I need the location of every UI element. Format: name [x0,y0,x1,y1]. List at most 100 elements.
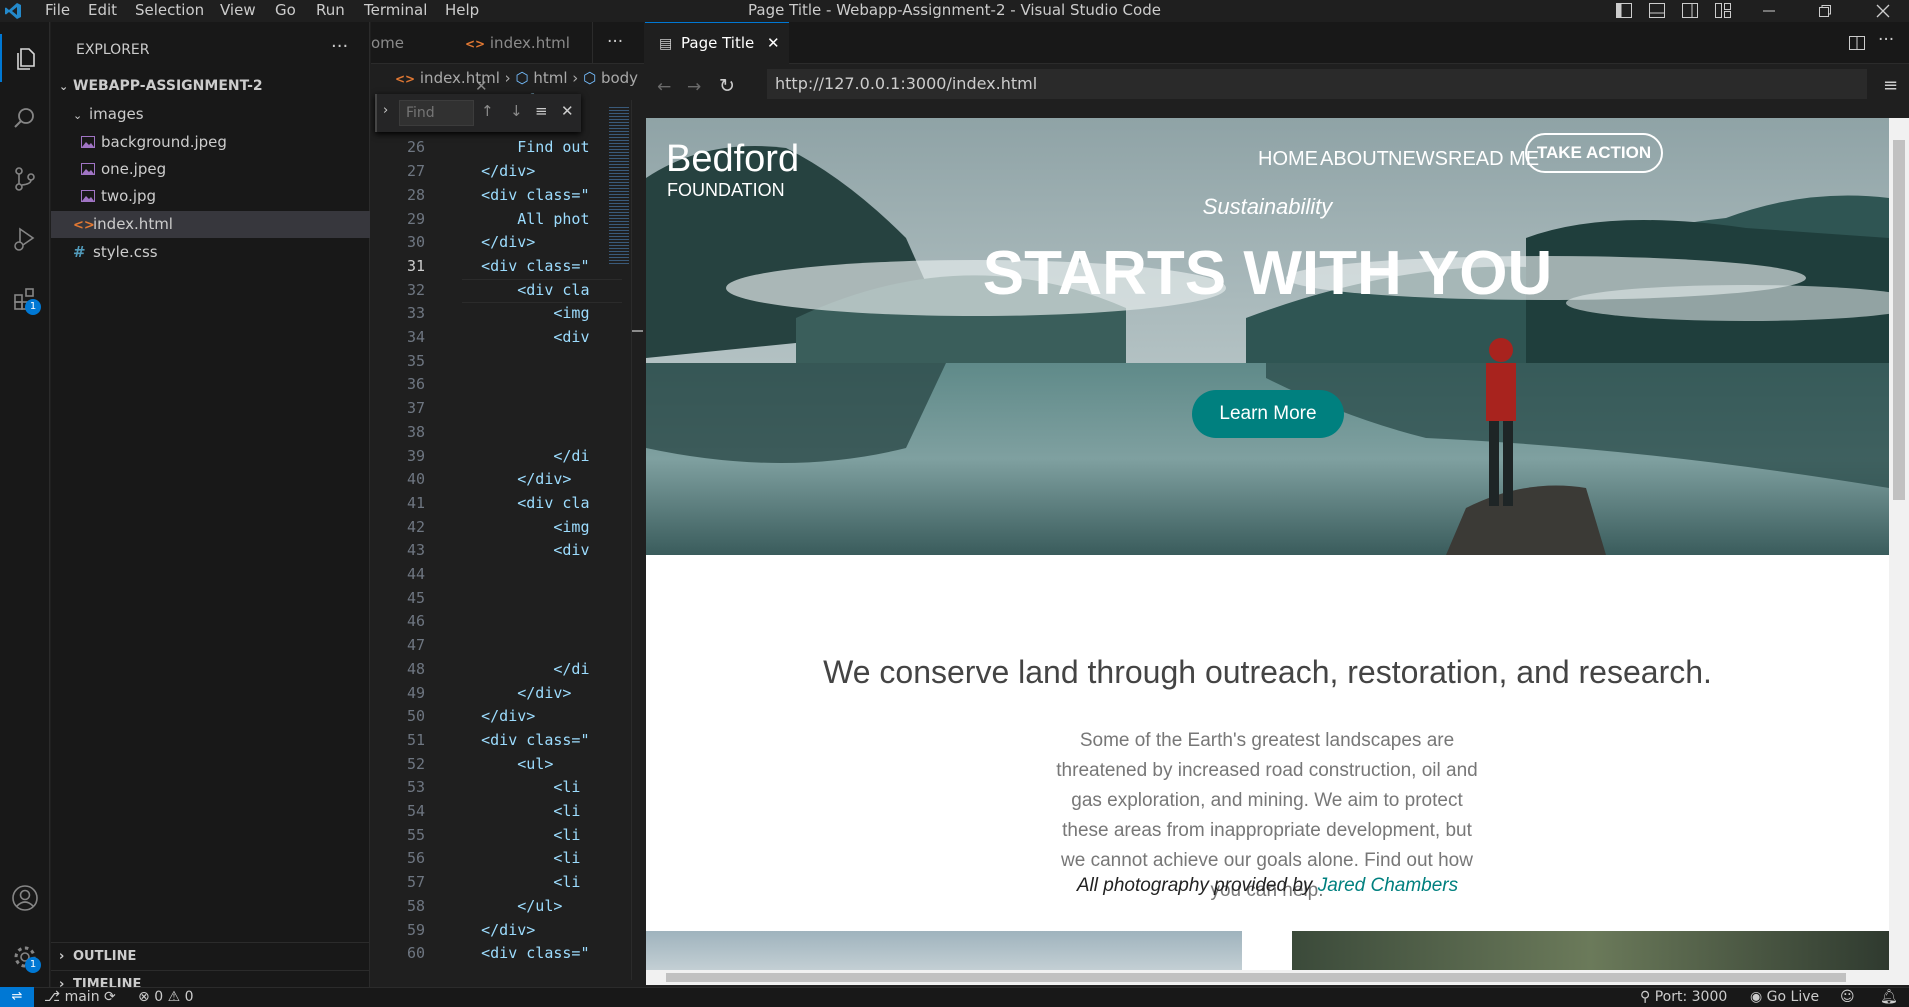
code-line[interactable]: 57 <li [371,870,644,894]
explorer-more-actions[interactable]: ··· [331,36,348,57]
arrow-down-icon[interactable]: ↓ [510,102,523,120]
code-line[interactable]: 50 </div> [371,704,644,728]
code-line[interactable]: 56 <li [371,846,644,870]
file-background-jpeg[interactable]: background.jpeg [51,129,370,156]
manage-activity[interactable]: 1 [0,933,50,981]
restore-icon[interactable] [1816,2,1834,20]
git-branch[interactable]: ⎇ main ⟳ [44,988,116,1007]
close-window-icon[interactable] [1874,2,1892,20]
page-horizontal-scrollbar[interactable] [646,970,1909,985]
code-line[interactable]: 30 </div> [371,230,644,254]
toggle-secondary-sidebar-icon[interactable] [1681,2,1699,20]
remote-icon[interactable]: ⇌ [0,987,34,1007]
code-line[interactable]: 43 <div [371,538,644,562]
folder-images[interactable]: ⌄ images [51,101,370,128]
find-in-selection-icon[interactable]: ≡ [535,102,548,120]
back-arrow-icon[interactable]: ← [657,77,671,97]
code-line[interactable]: 58 </ul> [371,894,644,918]
code-line[interactable]: 45 [371,586,644,610]
run-debug-activity[interactable] [0,215,50,263]
code-line[interactable]: 59 </div> [371,918,644,942]
code-line[interactable]: 34 <div [371,325,644,349]
reload-icon[interactable]: ↻ [719,75,735,97]
code-line[interactable]: 49 </div> [371,681,644,705]
code-line[interactable]: 41 <div cla [371,491,644,515]
scrollbar-thumb[interactable] [632,330,643,332]
code-line[interactable]: 46 [371,609,644,633]
code-line[interactable]: 27 </div> [371,159,644,183]
toggle-primary-sidebar-icon[interactable] [1615,2,1633,20]
code-line[interactable]: 31 <div class=" [371,254,644,278]
chevron-right-icon[interactable]: › [383,103,388,118]
photographer-link[interactable]: Jared Chambers [1318,875,1458,896]
close-tab-icon[interactable]: ✕ [767,34,780,52]
menu-file[interactable]: File [45,0,70,22]
port-indicator[interactable]: ⚲ Port: 3000 [1640,988,1727,1007]
find-input[interactable] [399,100,474,126]
workspace-root[interactable]: ⌄ WEBAPP-ASSIGNMENT-2 [51,73,370,100]
code-lines[interactable]: of and min26 Find out27 </div>28 <div cl… [371,91,644,984]
split-editor-icon[interactable] [1848,34,1866,52]
code-line[interactable]: 33 <img [371,301,644,325]
breadcrumb-item[interactable]: body [601,69,638,87]
menu-selection[interactable]: Selection [135,0,204,22]
search-activity[interactable] [0,94,50,142]
problems-indicator[interactable]: ⊗ 0 ⚠ 0 [138,988,194,1007]
explorer-activity[interactable] [0,34,50,82]
code-line[interactable]: 29 All phot [371,207,644,231]
code-line[interactable]: 28 <div class=" [371,183,644,207]
menu-view[interactable]: View [220,0,256,22]
nav-about[interactable]: ABOUT [1320,148,1389,171]
customize-layout-icon[interactable] [1714,2,1732,20]
extensions-activity[interactable]: 1 [0,275,50,323]
code-line[interactable]: 42 <img [371,515,644,539]
breadcrumb-item[interactable]: index.html [420,69,500,87]
code-line[interactable]: 54 <li [371,799,644,823]
code-line[interactable]: 51 <div class=" [371,728,644,752]
minimap[interactable] [609,105,629,265]
code-line[interactable]: 55 <li [371,823,644,847]
forward-arrow-icon[interactable]: → [687,77,701,97]
nav-news[interactable]: NEWS [1388,148,1448,171]
menu-run[interactable]: Run [316,0,345,22]
code-line[interactable]: 44 [371,562,644,586]
code-line[interactable]: 35 [371,349,644,373]
close-icon[interactable]: ✕ [561,102,574,120]
code-line[interactable]: 36 [371,372,644,396]
site-brand[interactable]: Bedford [666,138,799,181]
breadcrumb-item[interactable]: html [533,69,567,87]
arrow-up-icon[interactable]: ↑ [481,102,494,120]
more-actions[interactable]: ··· [1878,30,1894,50]
tab-page-title[interactable]: ▤ Page Title ✕ [645,22,789,64]
file-index-html[interactable]: <>index.html [51,211,370,238]
tab-index-html[interactable]: <> index.html ✕ [453,22,593,95]
code-line[interactable]: 40 </div> [371,467,644,491]
file-one-jpeg[interactable]: one.jpeg [51,156,370,183]
editor-more-actions[interactable]: ··· [607,32,623,52]
take-action-button[interactable]: TAKE ACTION [1525,133,1663,173]
menu-edit[interactable]: Edit [88,0,117,22]
code-line[interactable]: 26 Find out [371,135,644,159]
code-line[interactable]: 53 <li [371,775,644,799]
accounts-activity[interactable] [0,874,50,922]
code-line[interactable]: 37 [371,396,644,420]
menu-icon[interactable]: ≡ [1883,75,1898,96]
minimize-icon[interactable] [1760,2,1778,20]
code-line[interactable]: 39 </di [371,444,644,468]
url-bar[interactable]: http://127.0.0.1:3000/index.html [767,69,1867,99]
scrollbar-thumb[interactable] [666,973,1846,982]
bell-icon[interactable]: 🔔︎ [1880,988,1898,1007]
editor-scrollbar[interactable] [631,100,644,980]
code-line[interactable]: 47 [371,633,644,657]
file-two-jpg[interactable]: two.jpg [51,183,370,210]
code-line[interactable]: 38 [371,420,644,444]
code-line[interactable]: 48 </di [371,657,644,681]
menu-terminal[interactable]: Terminal [364,0,427,22]
toggle-panel-icon[interactable] [1648,2,1666,20]
tab-welcome[interactable]: ome [371,22,451,64]
menu-help[interactable]: Help [445,0,479,22]
file-style-css[interactable]: # style.css [51,239,370,266]
code-line[interactable]: 60 <div class=" [371,941,644,965]
code-line[interactable]: 52 <ul> [371,752,644,776]
outline-section[interactable]: › OUTLINE [51,943,370,970]
